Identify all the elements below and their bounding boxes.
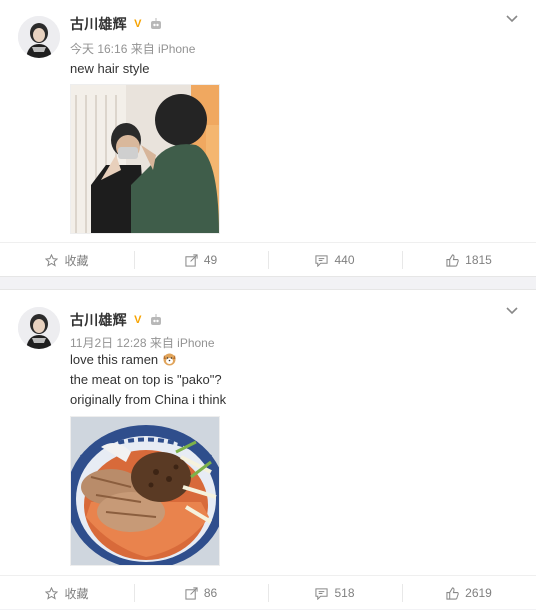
author-avatar[interactable] [18, 16, 60, 58]
star-icon [45, 253, 59, 267]
verified-badge-icon: V [134, 314, 142, 326]
author-name[interactable]: 古川雄辉 [70, 310, 127, 330]
like-button[interactable]: 1815 [402, 243, 536, 277]
post-actions: 收藏 86 518 2619 [0, 575, 536, 610]
dog-emoji-icon [163, 353, 176, 366]
comment-button[interactable]: 518 [268, 576, 402, 610]
author-name[interactable]: 古川雄辉 [70, 14, 127, 34]
post-photo-haircut[interactable] [70, 84, 220, 234]
repost-icon [185, 253, 198, 267]
star-icon [45, 586, 59, 600]
favorite-button[interactable]: 收藏 [0, 243, 134, 277]
author-row: 古川雄辉 V [70, 310, 163, 330]
weibo-post-2: 古川雄辉 V 11月2日 12:28 来自 iPhone love this r… [0, 289, 536, 609]
favorite-button[interactable]: 收藏 [0, 576, 134, 610]
like-icon [446, 253, 459, 267]
comment-count: 440 [334, 253, 355, 267]
weibo-post-1: 古川雄辉 V 今天 16:16 来自 iPhone new hair style [0, 0, 536, 277]
post-meta: 11月2日 12:28 来自 iPhone [70, 336, 215, 350]
post-actions: 收藏 49 440 1815 [0, 242, 536, 277]
post-text-line-3: originally from China i think [70, 392, 227, 407]
like-icon [446, 586, 459, 600]
comment-count: 518 [334, 586, 355, 600]
post-text: new hair style [70, 59, 149, 79]
verified-badge-icon: V [134, 18, 142, 30]
post-text-line-2: the meat on top is "pako"? [70, 372, 222, 387]
robot-icon [150, 18, 161, 29]
repost-icon [185, 586, 198, 600]
favorite-label: 收藏 [64, 253, 89, 268]
repost-count: 49 [203, 253, 218, 267]
chevron-down-icon[interactable] [506, 304, 518, 316]
robot-icon [150, 314, 161, 325]
repost-button[interactable]: 86 [134, 576, 268, 610]
post-text-line-1: love this ramen [70, 352, 159, 367]
repost-button[interactable]: 49 [134, 243, 268, 277]
post-meta: 今天 16:16 来自 iPhone [70, 42, 196, 56]
chevron-down-icon[interactable] [506, 12, 518, 24]
post-text-line: love this ramen [70, 350, 226, 370]
comment-button[interactable]: 440 [268, 243, 402, 277]
comment-icon [315, 254, 329, 267]
like-count: 1815 [465, 253, 492, 267]
author-row: 古川雄辉 V [70, 14, 163, 34]
author-avatar[interactable] [18, 307, 60, 349]
post-text: love this ramen the meat on top is "pako… [70, 350, 226, 410]
post-photo-ramen[interactable] [70, 416, 220, 566]
repost-count: 86 [203, 586, 218, 600]
post-text-line: new hair style [70, 61, 150, 76]
favorite-label: 收藏 [64, 586, 89, 601]
like-button[interactable]: 2619 [402, 576, 536, 610]
comment-icon [315, 587, 329, 600]
like-count: 2619 [465, 586, 492, 600]
